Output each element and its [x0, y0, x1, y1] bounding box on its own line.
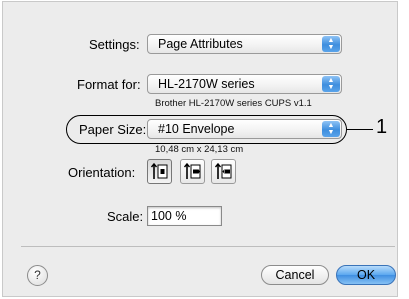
orientation-reverse-landscape-button[interactable] [211, 159, 236, 184]
divider [21, 246, 395, 247]
callout-highlight-oval [66, 115, 347, 144]
page-setup-dialog: Settings: Page Attributes ▲ ▼ Format for:… [2, 1, 398, 297]
help-button[interactable]: ? [27, 265, 48, 286]
scale-label: Scale: [107, 209, 144, 224]
settings-popup-value: Page Attributes [158, 37, 243, 51]
printer-description: Brother HL-2170W series CUPS v1.1 [155, 98, 312, 109]
format-for-popup-value: HL-2170W series [158, 77, 255, 91]
orientation-label: Orientation: [68, 165, 136, 180]
callout-number: 1 [376, 116, 388, 138]
scale-input[interactable]: 100 % [147, 206, 222, 226]
orientation-portrait-button[interactable] [147, 159, 172, 184]
cancel-button[interactable]: Cancel [261, 265, 329, 285]
settings-label: Settings: [89, 37, 140, 52]
popup-stepper-icon: ▲ ▼ [322, 76, 340, 92]
settings-popup[interactable]: Page Attributes ▲ ▼ [147, 34, 342, 54]
format-for-label: Format for: [77, 77, 141, 92]
popup-stepper-icon: ▲ ▼ [322, 36, 340, 52]
portrait-icon [150, 162, 168, 179]
reverse-landscape-icon [214, 162, 232, 179]
format-for-popup[interactable]: HL-2170W series ▲ ▼ [147, 74, 342, 94]
orientation-landscape-button[interactable] [180, 159, 205, 184]
ok-button[interactable]: OK [336, 265, 396, 285]
landscape-icon [183, 162, 201, 179]
callout-leader-line [347, 129, 373, 131]
paper-dimensions: 10,48 cm x 24,13 cm [155, 144, 244, 155]
